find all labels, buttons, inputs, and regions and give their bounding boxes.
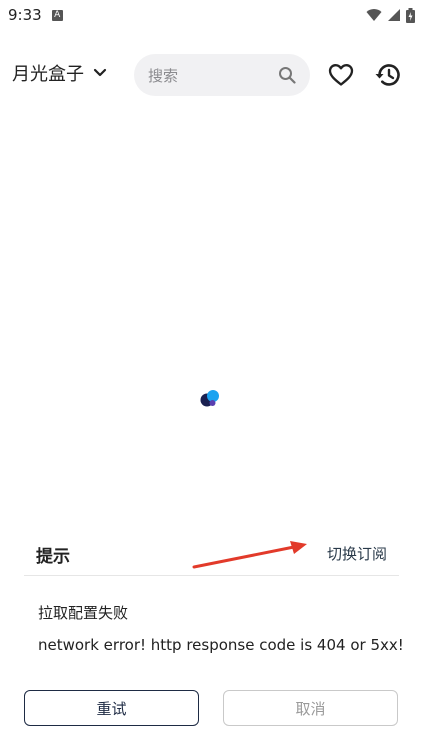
app-bar: 月光盒子 搜索 — [0, 52, 423, 98]
notification-badge: A — [51, 9, 63, 21]
status-bar: 9:33 A — [0, 0, 423, 30]
wifi-icon — [366, 9, 382, 21]
loading-spinner — [200, 390, 219, 407]
source-name: 月光盒子 — [12, 64, 84, 85]
search-icon[interactable] — [278, 66, 296, 84]
source-selector[interactable]: 月光盒子 — [12, 60, 108, 86]
cancel-button[interactable]: 取消 — [223, 690, 398, 726]
status-time: 9:33 — [8, 6, 42, 24]
annotation-arrow-icon — [192, 541, 307, 569]
heart-icon — [328, 64, 354, 86]
dialog-message: 拉取配置失败 — [38, 604, 129, 622]
search-placeholder: 搜索 — [148, 66, 179, 85]
favorite-button[interactable] — [326, 60, 356, 90]
chevron-down-icon — [93, 68, 107, 77]
retry-button[interactable]: 重试 — [24, 690, 199, 726]
battery-icon — [406, 7, 415, 23]
dialog-divider — [24, 575, 399, 576]
history-icon — [375, 64, 400, 86]
error-detail: network error! http response code is 404… — [38, 636, 404, 654]
dialog-title: 提示 — [36, 547, 70, 567]
switch-subscription-link[interactable]: 切换订阅 — [327, 543, 387, 564]
history-button[interactable] — [373, 60, 403, 90]
signal-icon — [388, 9, 400, 21]
search-input[interactable]: 搜索 — [134, 54, 310, 96]
